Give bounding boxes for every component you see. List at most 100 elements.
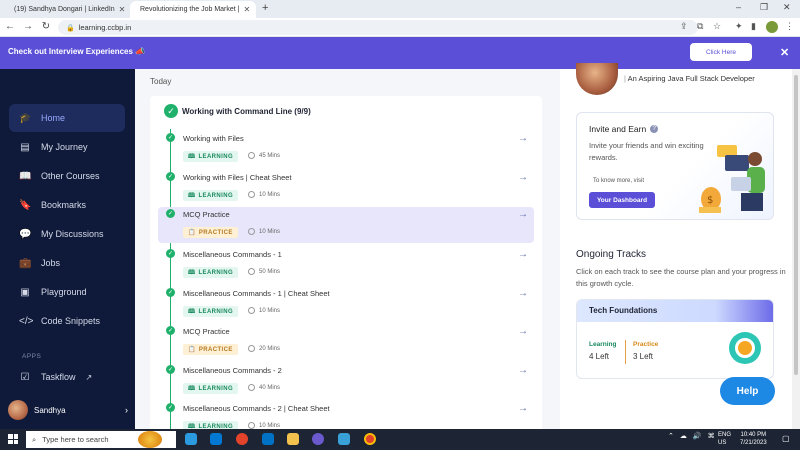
item-title: Miscellaneous Commands - 2 (183, 366, 282, 375)
reload-icon[interactable]: ↻ (40, 21, 52, 32)
back-icon[interactable]: ← (4, 21, 16, 32)
app-icon[interactable] (312, 433, 324, 445)
list-item[interactable]: ✓ Miscellaneous Commands - 1 | Cheat She… (158, 286, 534, 322)
duration: 45 Mins (248, 152, 280, 159)
maximize-icon[interactable]: ❐ (760, 2, 768, 13)
sidebar-item-code-snippets[interactable]: </> Code Snippets (9, 307, 125, 335)
track-name: Tech Foundations (589, 306, 658, 315)
language-indicator[interactable]: ENG US (718, 431, 731, 447)
chrome-icon[interactable] (236, 433, 248, 445)
list-item[interactable]: ✓ Working with Files | Cheat Sheet 🕮 LEAR… (158, 170, 534, 206)
help-button[interactable]: Help (720, 377, 775, 405)
profile-avatar-icon[interactable] (766, 21, 778, 33)
info-icon[interactable]: ? (650, 125, 659, 133)
list-item[interactable]: ✓ MCQ Practice 📋 PRACTICE 20 Mins → (158, 324, 534, 360)
edge-icon[interactable] (185, 433, 197, 445)
lock-icon: 🔒 (66, 24, 75, 32)
cortana-icon[interactable] (138, 431, 162, 448)
sidebar-item-home[interactable]: 🎓 Home (9, 104, 125, 132)
user-menu[interactable]: Sandhya › (8, 399, 128, 421)
share-icon[interactable]: ⇪ (680, 21, 688, 32)
forward-icon[interactable]: → (22, 21, 34, 32)
terminal-icon: ▣ (20, 286, 30, 298)
close-tab-icon[interactable]: ✕ (243, 5, 250, 14)
briefcase-icon: 💼 (19, 257, 32, 269)
list-item[interactable]: ✓ Miscellaneous Commands - 2 🕮 LEARNING 4… (158, 363, 534, 399)
sidebar-item-label: Code Snippets (41, 316, 101, 326)
sidebar-item-bookmarks[interactable]: 🔖 Bookmarks (9, 191, 125, 219)
check-icon: ✓ (166, 365, 175, 374)
item-title: Working with Files | Cheat Sheet (183, 173, 292, 182)
notification-icon[interactable]: ▢ (782, 434, 790, 443)
extensions-icon[interactable]: ✦ (735, 21, 743, 32)
invite-card: Invite and Earn? Invite your friends and… (576, 112, 774, 220)
dashboard-button[interactable]: Your Dashboard (589, 192, 655, 208)
list-item[interactable]: ✓ MCQ Practice 📋 PRACTICE 10 Mins → (158, 207, 534, 243)
clock-icon (248, 307, 255, 314)
store-icon[interactable] (338, 433, 350, 445)
arrow-right-icon[interactable]: → (518, 249, 528, 260)
megaphone-icon: 📣 (135, 47, 146, 56)
sidebar-item-taskflow[interactable]: ☑ Taskflow ↗ (9, 363, 125, 391)
windows-start-icon[interactable] (8, 434, 18, 444)
arrow-right-icon[interactable]: → (518, 403, 528, 414)
sidebar-item-my-discussions[interactable]: 💬 My Discussions (9, 220, 125, 248)
book-icon: 🕮 (188, 192, 196, 199)
chrome-active-icon[interactable] (364, 433, 376, 445)
arrow-right-icon[interactable]: → (518, 172, 528, 183)
invite-text: Invite your friends and win exciting rew… (589, 141, 704, 162)
sidebar-item-playground[interactable]: ▣ Playground (9, 278, 125, 306)
arrow-right-icon[interactable]: → (518, 365, 528, 376)
item-title: Miscellaneous Commands - 1 (183, 250, 282, 259)
clock[interactable]: 10:40 PM 7/21/2023 (740, 431, 767, 447)
sidebar-item-jobs[interactable]: 💼 Jobs (9, 249, 125, 277)
user-name: Sandhya (34, 405, 66, 415)
check-icon: ✓ (166, 249, 175, 258)
sidebar-item-label: Other Courses (41, 171, 100, 181)
browser-tab-bar: (19) Sandhya Dongari | LinkedIn ✕ Revolu… (0, 0, 800, 18)
scrollbar[interactable] (792, 69, 800, 429)
install-icon[interactable]: ⧉ (697, 21, 703, 32)
network-icon[interactable]: ⌘ (708, 432, 715, 440)
arrow-right-icon[interactable]: → (518, 288, 528, 299)
tab-learning[interactable]: Revolutionizing the Job Market | ✕ (130, 1, 256, 18)
cloud-icon[interactable]: ☁ (680, 432, 687, 440)
close-banner-icon[interactable]: ✕ (780, 46, 789, 59)
check-icon: ✓ (166, 209, 175, 218)
scrollbar-thumb[interactable] (794, 75, 798, 375)
minimize-icon[interactable]: – (736, 2, 741, 12)
close-tab-icon[interactable]: ✕ (119, 5, 126, 14)
clipboard-icon: 📋 (188, 230, 196, 236)
module-title: Working with Command Line (9/9) (182, 107, 311, 116)
list-item[interactable]: ✓ Miscellaneous Commands - 1 🕮 LEARNING 5… (158, 247, 534, 283)
arrow-right-icon[interactable]: → (518, 209, 528, 220)
click-here-button[interactable]: Click Here (690, 43, 752, 61)
menu-dots-icon[interactable]: ⋮ (785, 21, 794, 32)
mail-icon[interactable] (262, 433, 274, 445)
sidebar-item-label: Taskflow (41, 372, 76, 382)
new-tab-icon[interactable]: + (262, 2, 268, 14)
clipboard-icon: 📋 (188, 347, 196, 353)
task-view-icon[interactable] (210, 433, 222, 445)
chevron-up-icon[interactable]: ⌃ (668, 432, 674, 440)
duration: 50 Mins (248, 268, 280, 275)
practice-label: Practice (633, 341, 659, 348)
item-title: MCQ Practice (183, 210, 230, 219)
track-header: Tech Foundations (577, 300, 773, 322)
sidebar-item-my-journey[interactable]: ▤ My Journey (9, 133, 125, 161)
check-icon: ✓ (166, 403, 175, 412)
avatar[interactable] (576, 63, 618, 95)
arrow-right-icon[interactable]: → (518, 326, 528, 337)
star-icon[interactable]: ☆ (713, 21, 721, 32)
volume-icon[interactable]: 🔊 (693, 432, 702, 440)
file-explorer-icon[interactable] (287, 433, 299, 445)
list-item[interactable]: ✓ Working with Files 🕮 LEARNING 45 Mins → (158, 131, 534, 167)
track-card[interactable]: Tech Foundations Learning 4 Left Practic… (576, 299, 774, 379)
arrow-right-icon[interactable]: → (518, 133, 528, 144)
url-input[interactable]: 🔒 learning.ccbp.in (58, 20, 698, 35)
tab-linkedin[interactable]: (19) Sandhya Dongari | LinkedIn ✕ (4, 1, 130, 18)
sidepanel-icon[interactable]: ▮ (751, 21, 756, 32)
close-window-icon[interactable]: ✕ (783, 2, 791, 13)
sidebar-item-other-courses[interactable]: 📖 Other Courses (9, 162, 125, 190)
learning-badge: 🕮 LEARNING (183, 306, 239, 317)
